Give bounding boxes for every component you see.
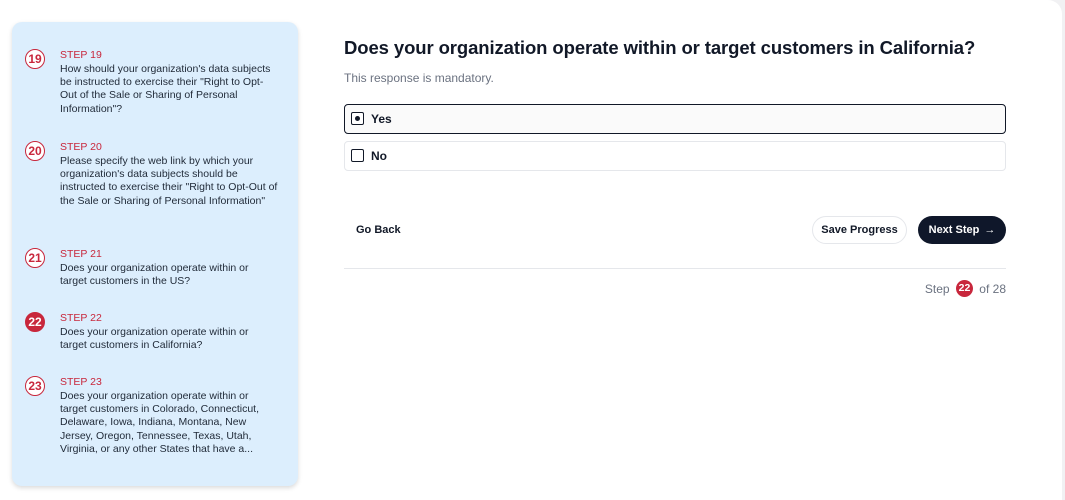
step-number-badge: 22 bbox=[25, 312, 45, 332]
question-panel: Does your organization operate within or… bbox=[344, 0, 1006, 500]
step-title: STEP 23 bbox=[60, 376, 102, 388]
save-progress-button[interactable]: Save Progress bbox=[812, 216, 907, 244]
question-title: Does your organization operate within or… bbox=[344, 37, 976, 58]
current-step-badge: 22 bbox=[955, 280, 973, 297]
step-counter-total: of 28 bbox=[979, 282, 1006, 296]
step-counter-prefix: Step bbox=[924, 282, 950, 296]
checkbox-empty-icon[interactable] bbox=[351, 149, 364, 162]
step-description: Does your organization operate within or… bbox=[60, 390, 260, 455]
option-label: No bbox=[371, 149, 387, 163]
option-label: Yes bbox=[371, 112, 392, 126]
next-step-button[interactable]: Next Step → bbox=[918, 216, 1006, 244]
step-number-badge: 20 bbox=[25, 141, 45, 161]
divider bbox=[344, 268, 1006, 269]
step-description: Please specify the web link by which you… bbox=[60, 155, 278, 207]
option-yes[interactable]: Yes bbox=[344, 104, 1006, 134]
step-description: Does your organization operate within or… bbox=[60, 326, 249, 352]
steps-sidebar: 19 STEP 19 How should your organization'… bbox=[12, 22, 298, 486]
mandatory-note: This response is mandatory. bbox=[344, 71, 494, 85]
step-number-badge: 21 bbox=[25, 248, 45, 268]
step-title: STEP 21 bbox=[60, 248, 102, 260]
step-description: Does your organization operate within or… bbox=[60, 262, 249, 288]
step-counter: Step 22 of 28 bbox=[925, 280, 1006, 298]
arrow-right-icon: → bbox=[984, 224, 996, 236]
step-number-badge: 19 bbox=[25, 49, 45, 69]
step-number-badge: 23 bbox=[25, 376, 45, 396]
page: 19 STEP 19 How should your organization'… bbox=[0, 0, 1062, 500]
go-back-button[interactable]: Go Back bbox=[344, 216, 413, 244]
next-step-label: Next Step bbox=[928, 224, 980, 236]
step-title: STEP 20 bbox=[60, 141, 102, 153]
radio-checked-icon[interactable] bbox=[351, 112, 364, 125]
option-no[interactable]: No bbox=[344, 141, 1006, 171]
step-title: STEP 19 bbox=[60, 49, 102, 61]
step-title: STEP 22 bbox=[60, 312, 102, 324]
step-description: How should your organization's data subj… bbox=[60, 63, 271, 115]
